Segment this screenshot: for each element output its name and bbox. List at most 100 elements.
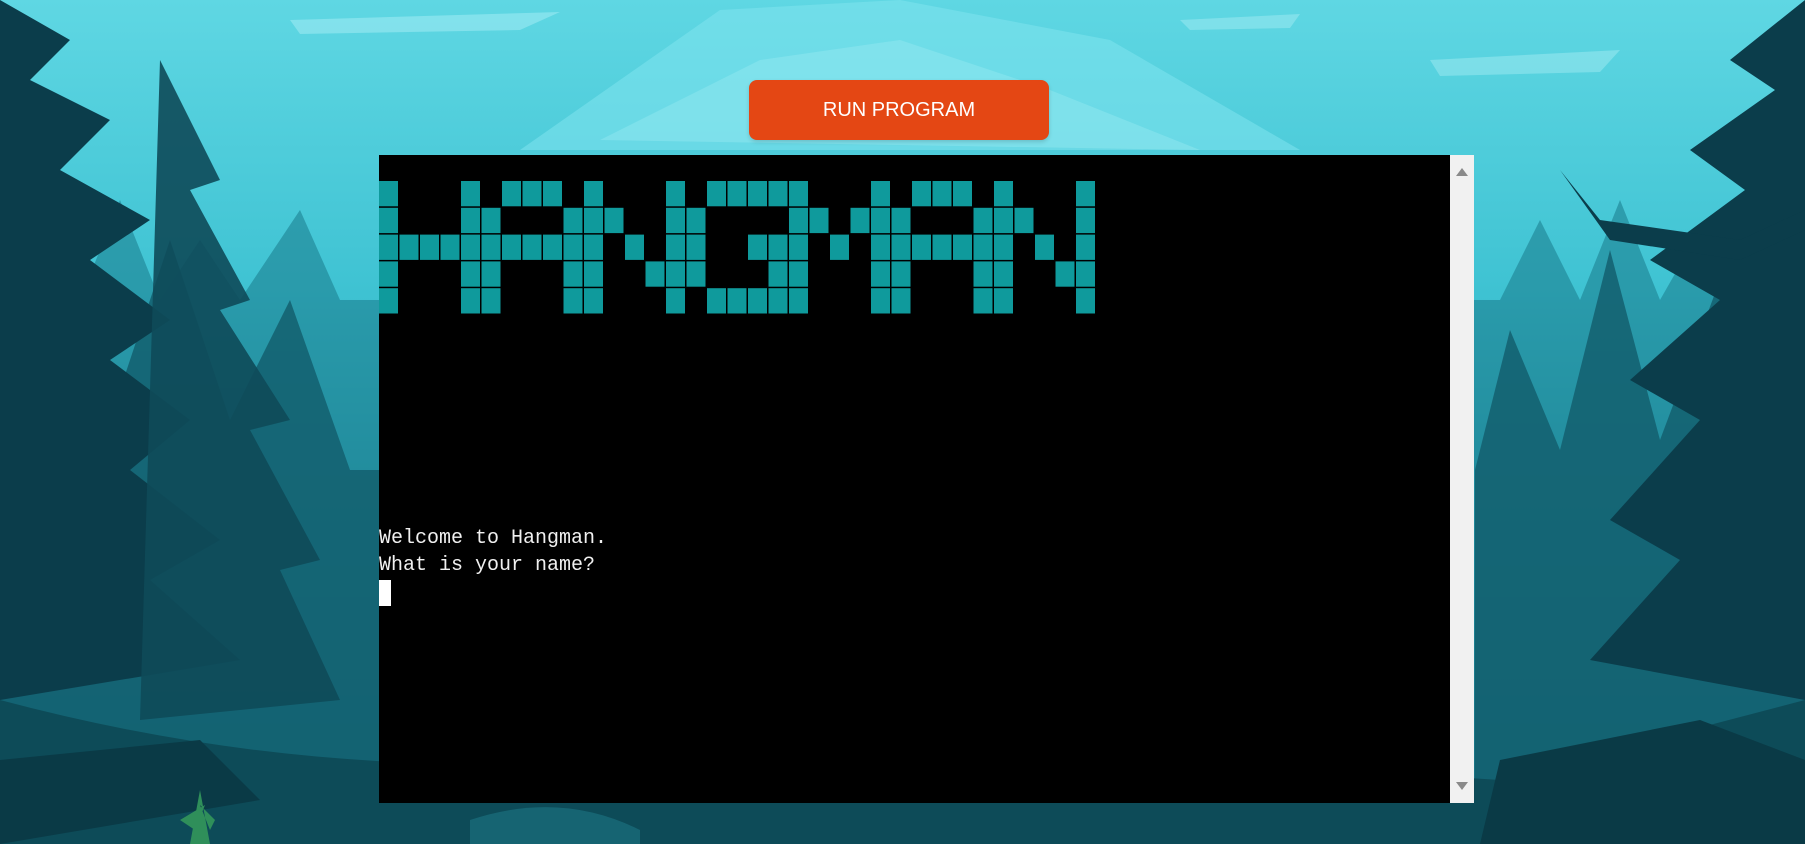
banner-block: [1076, 181, 1095, 207]
banner-block: [932, 181, 952, 207]
banner-block: [584, 261, 603, 287]
terminal-screen[interactable]: Welcome to Hangman. What is your name?: [379, 155, 1450, 803]
banner-block: [1055, 261, 1075, 287]
banner-block: [563, 288, 583, 314]
banner-block: [1014, 207, 1034, 234]
banner-block: [891, 261, 911, 287]
banner-block: [871, 234, 890, 260]
terminal-line-welcome: Welcome to Hangman.: [379, 527, 608, 550]
banner-block: [563, 261, 583, 287]
banner-block: [666, 207, 685, 234]
banner-block: [1076, 234, 1095, 260]
triangle-down-icon[interactable]: [1450, 775, 1474, 797]
banner-block: [973, 207, 993, 234]
banner-block: [994, 181, 1013, 207]
banner-block: [666, 288, 685, 314]
banner-block: [481, 261, 501, 287]
banner-block: [625, 234, 644, 260]
banner-block: [871, 207, 890, 234]
banner-block: [379, 207, 398, 234]
banner-block: [440, 234, 460, 260]
banner-block: [645, 261, 665, 287]
banner-block: [686, 234, 706, 260]
banner-block: [994, 207, 1013, 234]
terminal-window[interactable]: Welcome to Hangman. What is your name?: [379, 155, 1474, 803]
banner-block: [584, 181, 603, 207]
banner-block: [1076, 261, 1095, 287]
banner-block: [932, 234, 952, 260]
banner-block: [461, 181, 480, 207]
banner-block: [953, 234, 972, 260]
run-program-button[interactable]: RUN PROGRAM: [749, 80, 1049, 140]
banner-block: [789, 261, 808, 287]
banner-block: [912, 234, 931, 260]
banner-block: [666, 261, 685, 287]
banner-block: [727, 181, 747, 207]
banner-block: [481, 207, 501, 234]
banner-block: [522, 234, 542, 260]
banner-block: [502, 181, 521, 207]
banner-block: [666, 181, 685, 207]
text-cursor[interactable]: [379, 580, 391, 606]
banner-block: [461, 234, 480, 260]
banner-block: [748, 288, 767, 314]
banner-block: [830, 234, 849, 260]
banner-block: [604, 207, 624, 234]
banner-block: [748, 181, 767, 207]
banner-block: [399, 234, 419, 260]
banner-block: [891, 288, 911, 314]
banner-block: [891, 234, 911, 260]
banner-block: [420, 234, 439, 260]
banner-block: [584, 207, 603, 234]
banner-block: [1076, 207, 1095, 234]
triangle-up-icon[interactable]: [1450, 161, 1474, 183]
banner-block: [871, 288, 890, 314]
terminal-line-prompt: What is your name?: [379, 554, 596, 577]
banner-block: [666, 234, 685, 260]
banner-block: [727, 288, 747, 314]
banner-block: [973, 261, 993, 287]
banner-block: [1035, 234, 1054, 260]
banner-block: [789, 181, 808, 207]
banner-block: [871, 181, 890, 207]
banner-block: [912, 181, 931, 207]
vertical-scrollbar[interactable]: [1450, 155, 1474, 803]
banner-block: [768, 261, 788, 287]
banner-block: [1076, 288, 1095, 314]
banner-block: [502, 234, 521, 260]
banner-block: [789, 234, 808, 260]
banner-block: [891, 207, 911, 234]
banner-block: [748, 234, 767, 260]
banner-block: [994, 234, 1013, 260]
banner-block: [461, 207, 480, 234]
banner-block: [563, 234, 583, 260]
banner-block: [953, 181, 972, 207]
banner-block: [379, 261, 398, 287]
banner-block: [850, 207, 870, 234]
banner-block: [584, 234, 603, 260]
banner-block: [543, 181, 562, 207]
banner-block: [461, 288, 480, 314]
banner-block: [768, 234, 788, 260]
banner-block: [481, 288, 501, 314]
banner-block: [994, 288, 1013, 314]
banner-block: [768, 181, 788, 207]
hangman-ascii-banner: [379, 181, 1095, 314]
banner-block: [871, 261, 890, 287]
banner-block: [686, 261, 706, 287]
banner-block: [994, 261, 1013, 287]
banner-block: [563, 207, 583, 234]
banner-block: [707, 181, 726, 207]
banner-block: [461, 261, 480, 287]
banner-block: [973, 288, 993, 314]
banner-block: [584, 288, 603, 314]
banner-block: [789, 288, 808, 314]
banner-block: [522, 181, 542, 207]
banner-block: [789, 207, 808, 234]
banner-block: [543, 234, 562, 260]
banner-block: [379, 234, 398, 260]
banner-block: [379, 288, 398, 314]
banner-block: [809, 207, 829, 234]
banner-block: [481, 234, 501, 260]
banner-block: [973, 234, 993, 260]
